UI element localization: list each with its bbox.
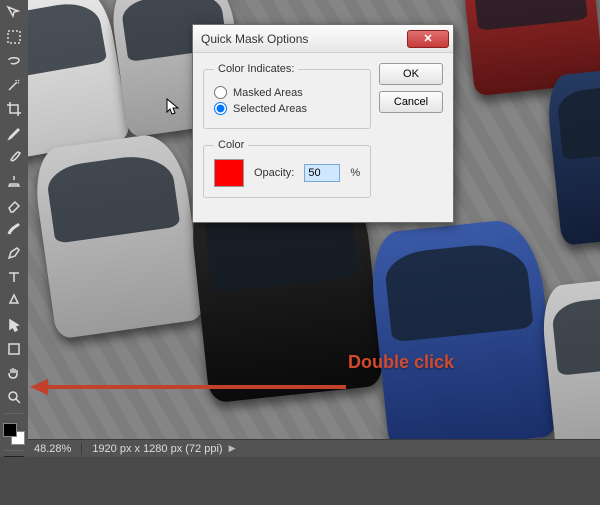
color-row: Opacity: %	[214, 159, 360, 187]
foreground-color-swatch[interactable]	[3, 423, 17, 437]
car-shape	[367, 217, 559, 440]
statusbar-separator	[81, 443, 82, 455]
pen-tool[interactable]	[3, 242, 25, 264]
radio-selected-areas-input[interactable]	[214, 102, 227, 115]
radio-selected-areas[interactable]: Selected Areas	[214, 102, 360, 115]
radio-masked-areas-label: Masked Areas	[233, 87, 303, 99]
toolbar-divider	[4, 413, 24, 414]
toolbar-divider	[4, 450, 24, 451]
workspace-empty-area	[0, 457, 600, 505]
path-tool[interactable]	[3, 290, 25, 312]
ok-button[interactable]: OK	[379, 63, 443, 85]
status-bar: 48.28% 1920 px x 1280 px (72 ppi) ▶	[28, 439, 600, 457]
hand-tool[interactable]	[3, 362, 25, 384]
color-swatches[interactable]	[3, 423, 25, 445]
zoom-level[interactable]: 48.28%	[34, 443, 71, 455]
magic-wand-tool[interactable]	[3, 74, 25, 96]
color-legend: Color	[214, 139, 248, 151]
opacity-unit: %	[350, 167, 360, 179]
zoom-tool[interactable]	[3, 386, 25, 408]
radio-masked-areas[interactable]: Masked Areas	[214, 86, 360, 99]
dialog-title: Quick Mask Options	[201, 32, 407, 46]
cursor-icon	[166, 98, 180, 116]
eyedropper-tool[interactable]	[3, 122, 25, 144]
marquee-tool[interactable]	[3, 26, 25, 48]
gradient-tool[interactable]	[3, 218, 25, 240]
quick-mask-options-dialog: Quick Mask Options ✕ Color Indicates: Ma…	[192, 24, 454, 223]
eraser-tool[interactable]	[3, 194, 25, 216]
shape-tool[interactable]	[3, 338, 25, 360]
radio-selected-areas-label: Selected Areas	[233, 103, 307, 115]
dialog-button-column: OK Cancel	[379, 63, 443, 113]
cancel-button[interactable]: Cancel	[379, 91, 443, 113]
tools-panel	[0, 0, 28, 505]
close-icon: ✕	[423, 32, 432, 45]
move-tool[interactable]	[3, 2, 25, 24]
dialog-body: Color Indicates: Masked Areas Selected A…	[193, 53, 453, 222]
color-group: Color Opacity: %	[203, 139, 371, 198]
annotation-text: Double click	[348, 352, 454, 373]
color-indicates-group: Color Indicates: Masked Areas Selected A…	[203, 63, 371, 129]
annotation-arrow-line	[46, 385, 346, 389]
opacity-input[interactable]	[304, 164, 340, 182]
path-select-tool[interactable]	[3, 314, 25, 336]
type-tool[interactable]	[3, 266, 25, 288]
mask-color-swatch[interactable]	[214, 159, 244, 187]
color-indicates-legend: Color Indicates:	[214, 63, 298, 75]
document-info[interactable]: 1920 px x 1280 px (72 ppi)	[92, 443, 222, 455]
dialog-titlebar[interactable]: Quick Mask Options ✕	[193, 25, 453, 53]
dialog-close-button[interactable]: ✕	[407, 30, 449, 48]
opacity-label: Opacity:	[254, 167, 294, 179]
lasso-tool[interactable]	[3, 50, 25, 72]
clone-stamp-tool[interactable]	[3, 170, 25, 192]
radio-masked-areas-input[interactable]	[214, 86, 227, 99]
brush-tool[interactable]	[3, 146, 25, 168]
status-flyout-icon[interactable]: ▶	[229, 443, 236, 454]
crop-tool[interactable]	[3, 98, 25, 120]
